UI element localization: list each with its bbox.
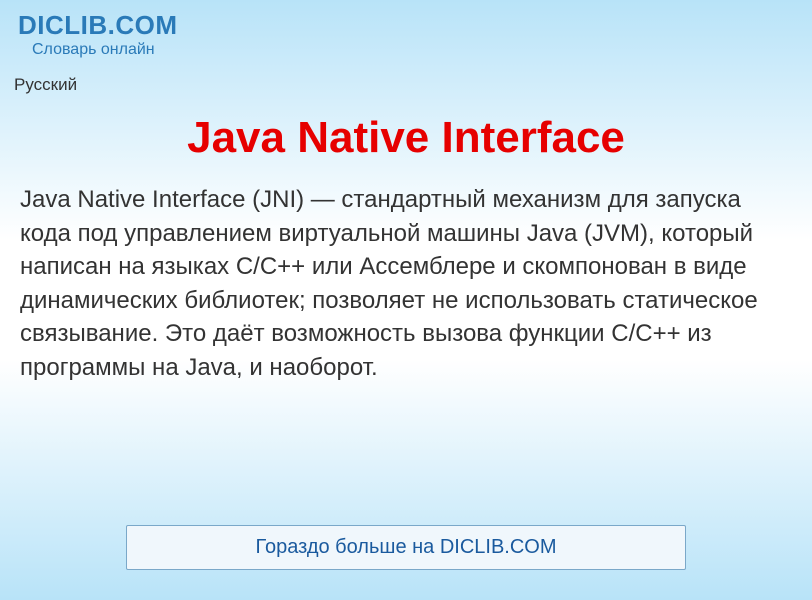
footer-more-button[interactable]: Гораздо больше на DICLIB.COM (126, 525, 686, 570)
article-title: Java Native Interface (0, 113, 812, 163)
language-selector[interactable]: Русский (0, 69, 812, 97)
article-body: Java Native Interface (JNI) — стандартны… (0, 183, 812, 385)
site-logo[interactable]: DICLIB.COM (18, 10, 794, 41)
footer-more-link[interactable]: Гораздо больше на DICLIB.COM (255, 536, 556, 558)
site-header: DICLIB.COM Словарь онлайн (0, 0, 812, 63)
site-subtitle: Словарь онлайн (32, 41, 794, 59)
